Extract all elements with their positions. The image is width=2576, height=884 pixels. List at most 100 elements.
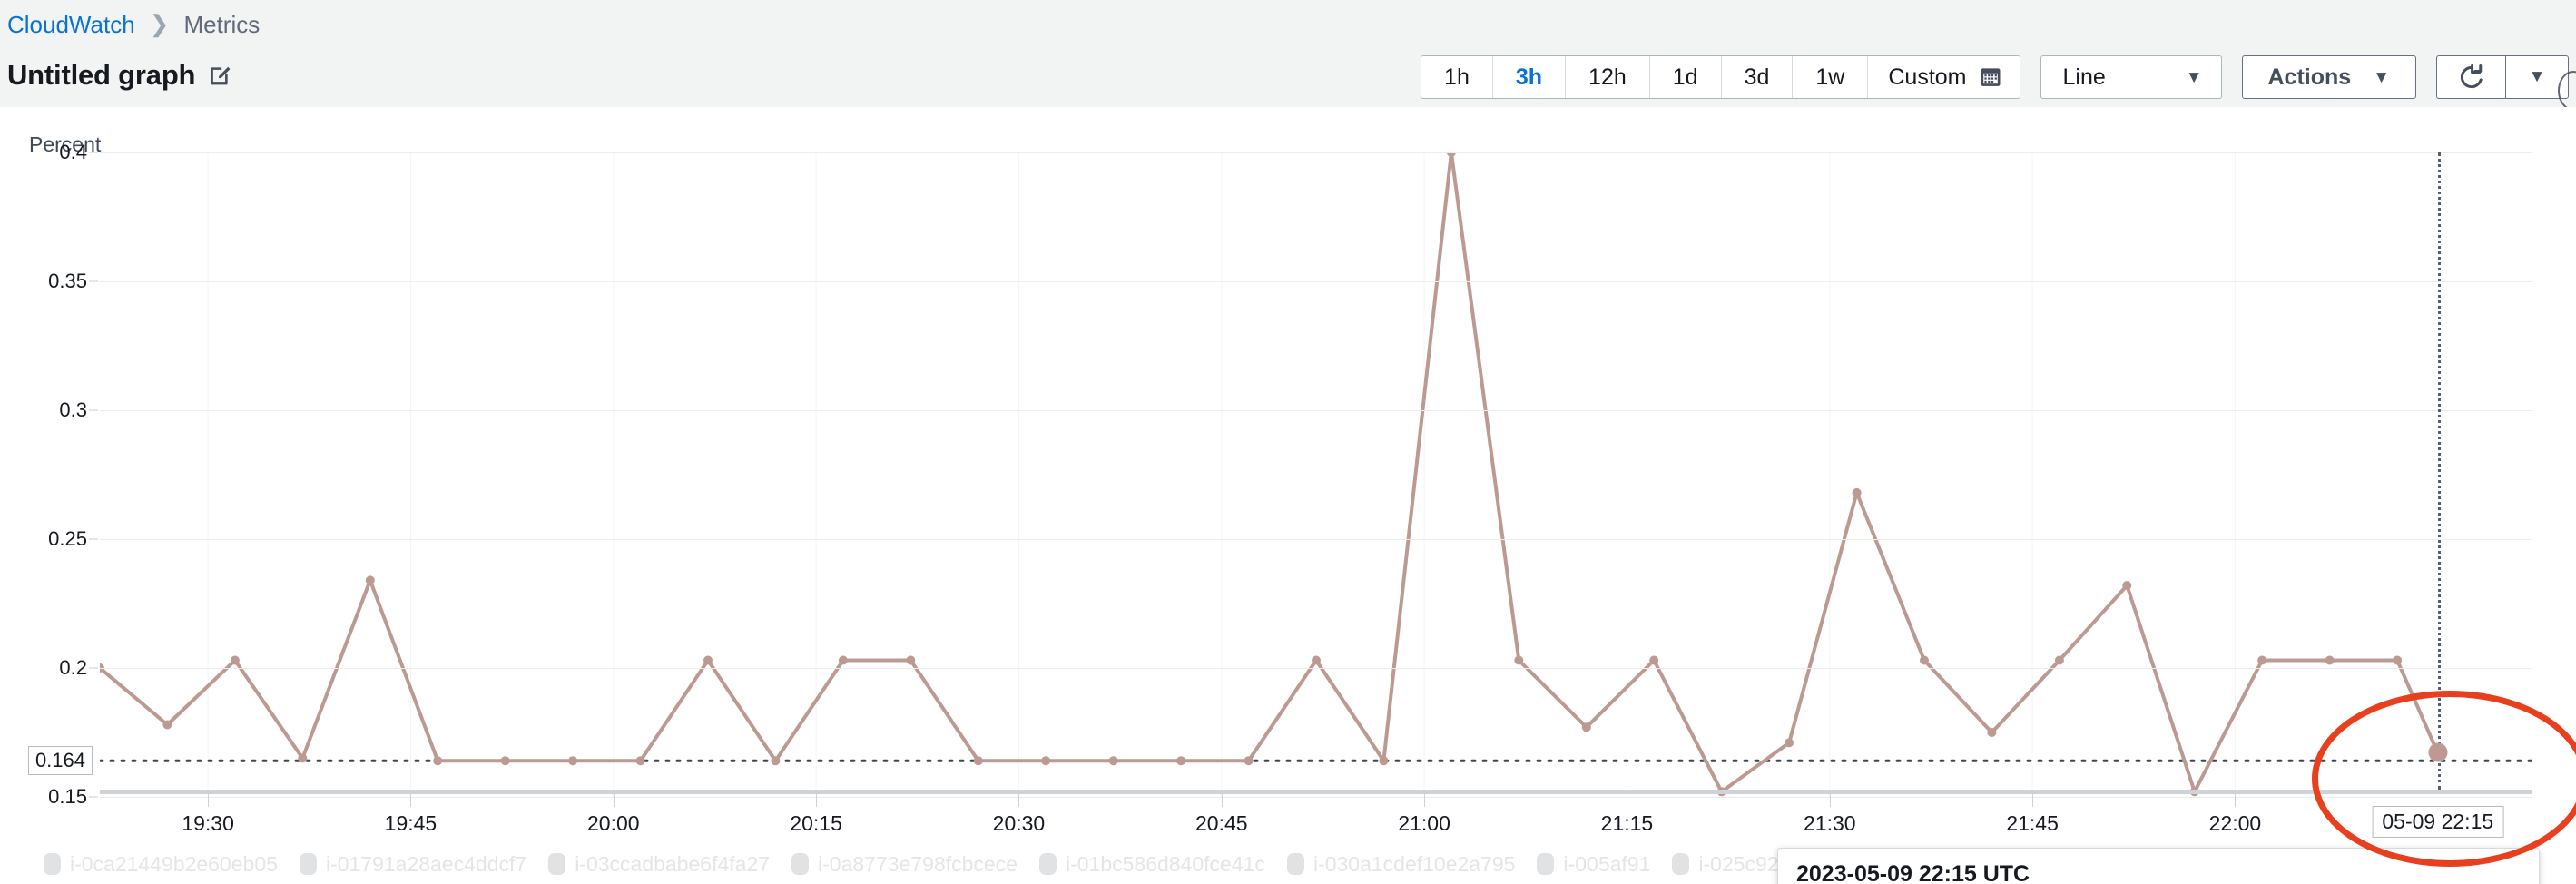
series-data-point (771, 756, 780, 765)
series-data-point (2393, 656, 2402, 665)
series-data-point (1853, 488, 1862, 497)
series-data-point (366, 575, 375, 584)
x-tick-label: 21:00 (1398, 811, 1450, 836)
threshold-value-label: 0.164 (28, 746, 93, 775)
crosshair-data-point (2428, 743, 2447, 762)
y-tick-mark (89, 152, 98, 153)
tooltip-timestamp: 2023-05-09 22:15 UTC (1778, 849, 2539, 884)
time-range-12h[interactable]: 12h (1566, 56, 1650, 98)
y-tick-label: 0.2 (59, 656, 87, 680)
legend-item[interactable]: i-005af91 (1537, 851, 1650, 877)
series-data-point (2257, 656, 2266, 665)
metric-line-chart (100, 152, 2532, 797)
legend-color-swatch (1287, 853, 1304, 875)
x-tick-mark (2032, 794, 2033, 807)
series-data-point (2325, 656, 2335, 665)
x-tick-mark (410, 794, 411, 807)
x-tick-label: 21:45 (2006, 811, 2059, 836)
breadcrumb: CloudWatch ❯ Metrics (7, 9, 260, 40)
legend-item[interactable]: i-0a8773e798fcbcece (791, 851, 1018, 877)
series-data-point (1920, 656, 1929, 665)
chevron-down-icon: ▼ (2186, 69, 2203, 86)
series-data-point (906, 656, 915, 665)
legend-color-swatch (44, 853, 61, 875)
actions-label: Actions (2268, 64, 2352, 91)
legend-color-swatch (1672, 853, 1689, 875)
x-tick-label: 21:30 (1804, 811, 1856, 836)
legend-color-swatch (300, 853, 317, 875)
series-data-point (1312, 656, 1321, 665)
x-axis-line (100, 790, 2532, 794)
x-tick-mark (816, 794, 817, 807)
chart-type-label: Line (2063, 64, 2106, 91)
gridline (100, 539, 2532, 540)
graph-toolbar: 1h3h12h1d3d1wCustom Line ▼ Actions ▼ ▼ (1421, 54, 2569, 100)
gridline (100, 410, 2532, 411)
series-data-point (703, 656, 713, 665)
legend-item[interactable]: i-030a1cdef10e2a795 (1287, 851, 1516, 877)
x-tick-mark (2235, 794, 2236, 807)
cloudwatch-metrics-page: CloudWatch ❯ Metrics Untitled graph 1h3h… (0, 0, 2576, 884)
series-data-point (1785, 738, 1794, 747)
series-data-point (1582, 722, 1591, 732)
series-data-point (2055, 656, 2064, 665)
legend-item[interactable]: i-03ccadbabe6f4fa27 (548, 851, 770, 877)
series-data-point (433, 756, 442, 765)
legend-color-swatch (548, 853, 565, 875)
x-tick-mark (614, 794, 615, 807)
x-tick-label: 19:30 (182, 811, 234, 836)
x-tick-label: 19:45 (385, 811, 438, 836)
series-data-point (1109, 756, 1118, 765)
crosshair-time-label: 05-09 22:15 (2372, 806, 2503, 838)
chevron-down-icon: ▼ (2373, 69, 2390, 86)
chart-type-dropdown[interactable]: Line ▼ (2040, 55, 2222, 99)
y-tick-label: 0.15 (48, 785, 87, 809)
time-range-3h[interactable]: 3h (1493, 56, 1566, 98)
series-data-point (568, 756, 577, 765)
y-axis-labels: 0.150.20.250.30.350.40.164 (0, 152, 98, 797)
plot-area[interactable] (100, 152, 2532, 797)
y-tick-mark (89, 797, 98, 798)
x-tick-mark (1018, 794, 1019, 807)
series-data-point (162, 721, 172, 730)
x-tick-mark (208, 794, 209, 807)
y-tick-label: 0.3 (59, 398, 87, 422)
series-data-point (1176, 756, 1185, 765)
series-data-point (636, 756, 645, 765)
metric-tooltip: 2023-05-09 22:15 UTC 1. i-0c928b36c55673… (1777, 848, 2540, 884)
actions-button[interactable]: Actions ▼ (2242, 55, 2417, 99)
crosshair-line (2438, 152, 2441, 790)
time-range-custom[interactable]: Custom (1868, 56, 2019, 98)
y-tick-mark (89, 539, 98, 540)
gridline (100, 281, 2532, 282)
y-tick-mark (89, 281, 98, 282)
legend-item-label: i-01bc586d840fce41c (1066, 851, 1265, 877)
time-range-1d[interactable]: 1d (1650, 56, 1722, 98)
legend-item[interactable]: i-01791a28aec4ddcf7 (300, 851, 526, 877)
calendar-icon (1980, 66, 2001, 88)
legend-item-label: i-01791a28aec4ddcf7 (326, 851, 526, 877)
legend-color-swatch (1537, 853, 1554, 875)
gridline (100, 152, 2532, 153)
time-range-3d[interactable]: 3d (1722, 56, 1794, 98)
legend-item-label: i-0ca21449b2e60eb05 (70, 851, 278, 877)
y-tick-label: 0.35 (48, 270, 87, 293)
series-data-point (298, 753, 307, 762)
refresh-control-group: ▼ (2436, 55, 2569, 99)
y-tick-mark (89, 668, 98, 669)
legend-item[interactable]: i-01bc586d840fce41c (1039, 851, 1265, 877)
page-title: Untitled graph (7, 59, 195, 92)
series-data-point (231, 656, 240, 665)
x-tick-mark (1222, 794, 1223, 807)
page-title-row: Untitled graph (7, 56, 231, 94)
breadcrumb-link-cloudwatch[interactable]: CloudWatch (7, 11, 135, 39)
refresh-button[interactable] (2436, 55, 2505, 99)
time-range-1w[interactable]: 1w (1793, 56, 1868, 98)
series-data-point (1244, 756, 1254, 765)
time-range-1h[interactable]: 1h (1421, 56, 1493, 98)
edit-square-icon[interactable] (208, 64, 231, 87)
x-tick-label: 20:30 (993, 811, 1046, 836)
legend-item-label: i-0a8773e798fcbcece (818, 851, 1018, 877)
legend-item[interactable]: i-0ca21449b2e60eb05 (44, 851, 278, 877)
x-tick-mark (1830, 794, 1831, 807)
